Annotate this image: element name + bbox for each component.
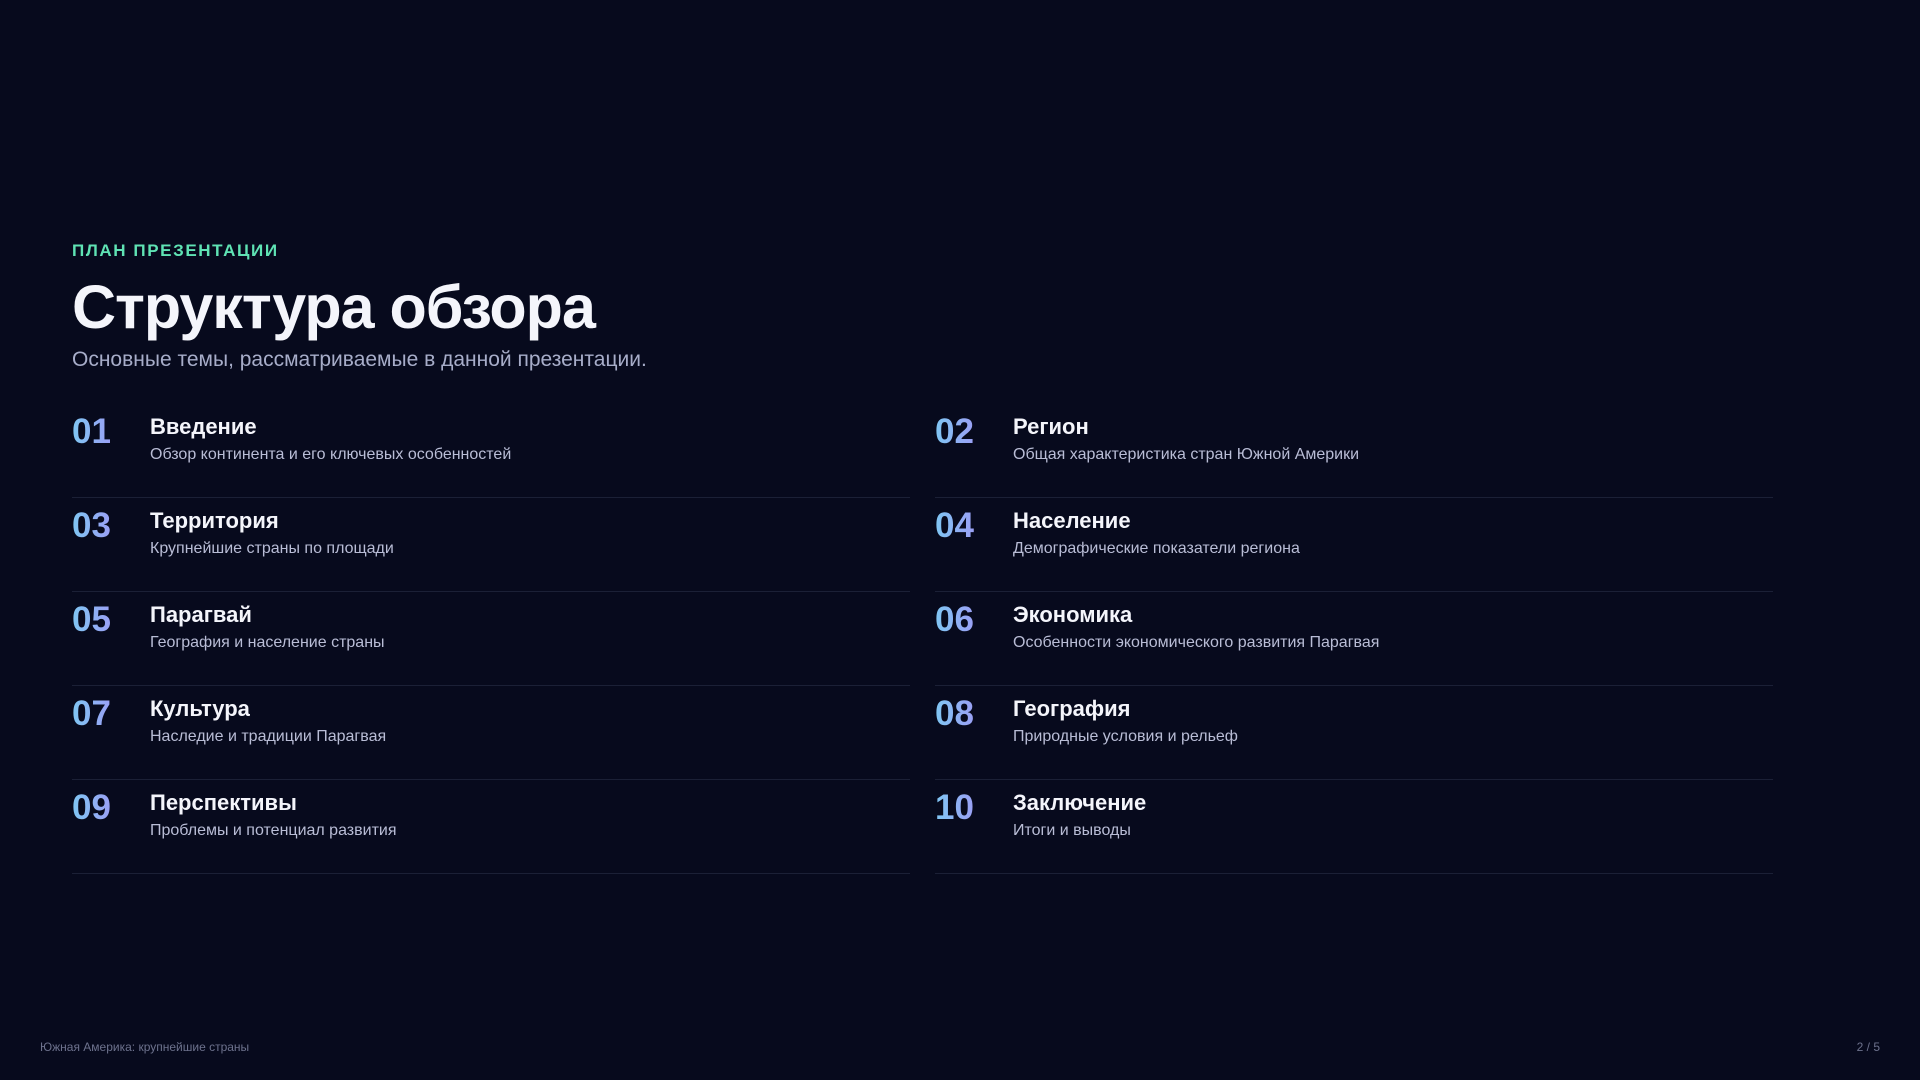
agenda-item-title: Регион: [1013, 414, 1089, 439]
agenda-grid: 01 Введение Обзор континента и его ключе…: [72, 404, 1773, 874]
agenda-item: 04 Население Демографические показатели …: [935, 498, 1773, 592]
agenda-item-description: Итоги и выводы: [1013, 822, 1131, 839]
agenda-item: 03 Территория Крупнейшие страны по площа…: [72, 498, 910, 592]
agenda-item-number: 07: [72, 692, 111, 736]
agenda-item-description: Особенности экономического развития Пара…: [1013, 634, 1380, 651]
agenda-item-description: Проблемы и потенциал развития: [150, 822, 397, 839]
agenda-item-number: 03: [72, 504, 111, 548]
agenda-item-description: Наследие и традиции Парагвая: [150, 728, 387, 745]
agenda-item-title: Перспективы: [150, 790, 297, 815]
footer-deck-title: Южная Америка: крупнейшие страны: [40, 1040, 250, 1054]
agenda-item-title: Парагвай: [150, 602, 252, 627]
agenda-item-number: 06: [935, 598, 974, 642]
agenda-item: 05 Парагвай География и население страны: [72, 592, 910, 686]
agenda-item: 10 Заключение Итоги и выводы: [935, 780, 1773, 874]
agenda-item-description: Общая характеристика стран Южной Америки: [1013, 446, 1360, 463]
agenda-item: 06 Экономика Особенности экономического …: [935, 592, 1773, 686]
slide-title: Структура обзора: [72, 273, 596, 341]
agenda-item: 09 Перспективы Проблемы и потенциал разв…: [72, 780, 910, 874]
agenda-item-number: 04: [935, 504, 974, 548]
agenda-item-title: Введение: [150, 414, 257, 439]
agenda-item-number: 01: [72, 410, 111, 454]
agenda-item-description: Демографические показатели региона: [1013, 540, 1300, 557]
section-eyebrow: ПЛАН ПРЕЗЕНТАЦИИ: [72, 241, 279, 260]
agenda-item: 07 Культура Наследие и традиции Парагвая: [72, 686, 910, 780]
agenda-item-number: 10: [935, 786, 974, 830]
agenda-item-number: 05: [72, 598, 111, 642]
agenda-item-title: География: [1013, 696, 1131, 721]
agenda-item-description: География и население страны: [150, 634, 385, 651]
agenda-item: 01 Введение Обзор континента и его ключе…: [72, 404, 910, 498]
agenda-item-number: 09: [72, 786, 111, 830]
agenda-item-description: Обзор континента и его ключевых особенно…: [150, 446, 512, 463]
agenda-item-title: Заключение: [1013, 790, 1147, 815]
agenda-item-number: 08: [935, 692, 974, 736]
agenda-item-description: Крупнейшие страны по площади: [150, 540, 394, 557]
agenda-item: 08 География Природные условия и рельеф: [935, 686, 1773, 780]
agenda-item-description: Природные условия и рельеф: [1013, 728, 1238, 745]
agenda-item: 02 Регион Общая характеристика стран Южн…: [935, 404, 1773, 498]
agenda-item-number: 02: [935, 410, 974, 454]
slide-subtitle: Основные темы, рассматриваемые в данной …: [72, 348, 647, 371]
footer-page-number: 2 / 5: [1856, 1040, 1880, 1054]
agenda-item-title: Население: [1013, 508, 1131, 533]
agenda-item-title: Территория: [150, 508, 279, 533]
agenda-item-title: Культура: [150, 696, 250, 721]
agenda-item-title: Экономика: [1013, 602, 1133, 627]
